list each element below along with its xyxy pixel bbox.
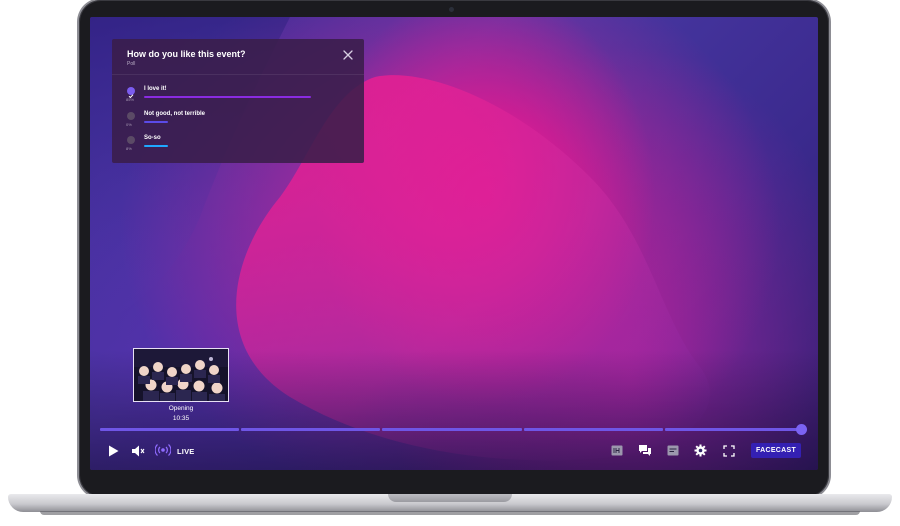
subtitles-icon[interactable] <box>611 445 623 456</box>
chapter-segment[interactable] <box>100 428 240 431</box>
poll-panel: How do you like this event? Poll 85% I l… <box>112 39 364 163</box>
poll-divider <box>112 74 364 75</box>
radio-icon[interactable] <box>127 136 135 144</box>
play-icon[interactable] <box>108 445 119 457</box>
poll-option-label: I love it! <box>144 86 167 92</box>
chapter-segment[interactable] <box>241 428 381 431</box>
poll-option-bar <box>144 121 168 123</box>
progress-handle[interactable] <box>796 424 807 435</box>
poll-option-label: Not good, not terrible <box>144 111 205 117</box>
poll-option[interactable]: 0% Not good, not terrible <box>112 110 364 134</box>
poll-title: How do you like this event? <box>127 49 246 59</box>
webcam <box>449 7 454 12</box>
chapter-time: 10:35 <box>172 415 190 422</box>
poll-subtitle: Poll <box>127 61 136 67</box>
poll-option-percent: 0% <box>126 122 132 127</box>
chat-icon[interactable] <box>638 444 652 457</box>
poll-option[interactable]: 8% So-so <box>112 134 364 158</box>
check-icon[interactable] <box>127 87 135 99</box>
gear-icon[interactable] <box>694 444 707 457</box>
poll-option-percent: 85% <box>126 97 135 102</box>
chapter-thumbnail <box>133 348 229 402</box>
chapter-segment[interactable] <box>382 428 522 431</box>
laptop-foot <box>40 511 860 515</box>
captions-icon[interactable] <box>667 445 679 456</box>
radio-icon[interactable] <box>127 112 135 120</box>
poll-option-label: So-so <box>144 135 161 141</box>
fullscreen-icon[interactable] <box>723 445 735 457</box>
poll-option-bar <box>144 96 311 98</box>
poll-option-percent: 8% <box>126 146 132 151</box>
chapter-segment[interactable] <box>523 428 663 431</box>
volume-icon[interactable] <box>131 445 145 457</box>
laptop-notch <box>388 494 512 502</box>
poll-option-bar <box>144 145 168 147</box>
audience-image <box>134 349 228 401</box>
video-player[interactable]: How do you like this event? Poll 85% I l… <box>90 17 818 470</box>
live-label: LIVE <box>177 447 195 456</box>
facecast-logo-button[interactable]: FACECAST <box>751 443 801 458</box>
live-broadcast-icon[interactable] <box>155 443 171 457</box>
chapter-name: Opening <box>168 405 194 412</box>
poll-option[interactable]: 85% I love it! <box>112 85 364 109</box>
close-icon[interactable] <box>342 49 354 61</box>
chapter-segment[interactable] <box>664 428 804 431</box>
progress-track[interactable] <box>100 428 804 431</box>
